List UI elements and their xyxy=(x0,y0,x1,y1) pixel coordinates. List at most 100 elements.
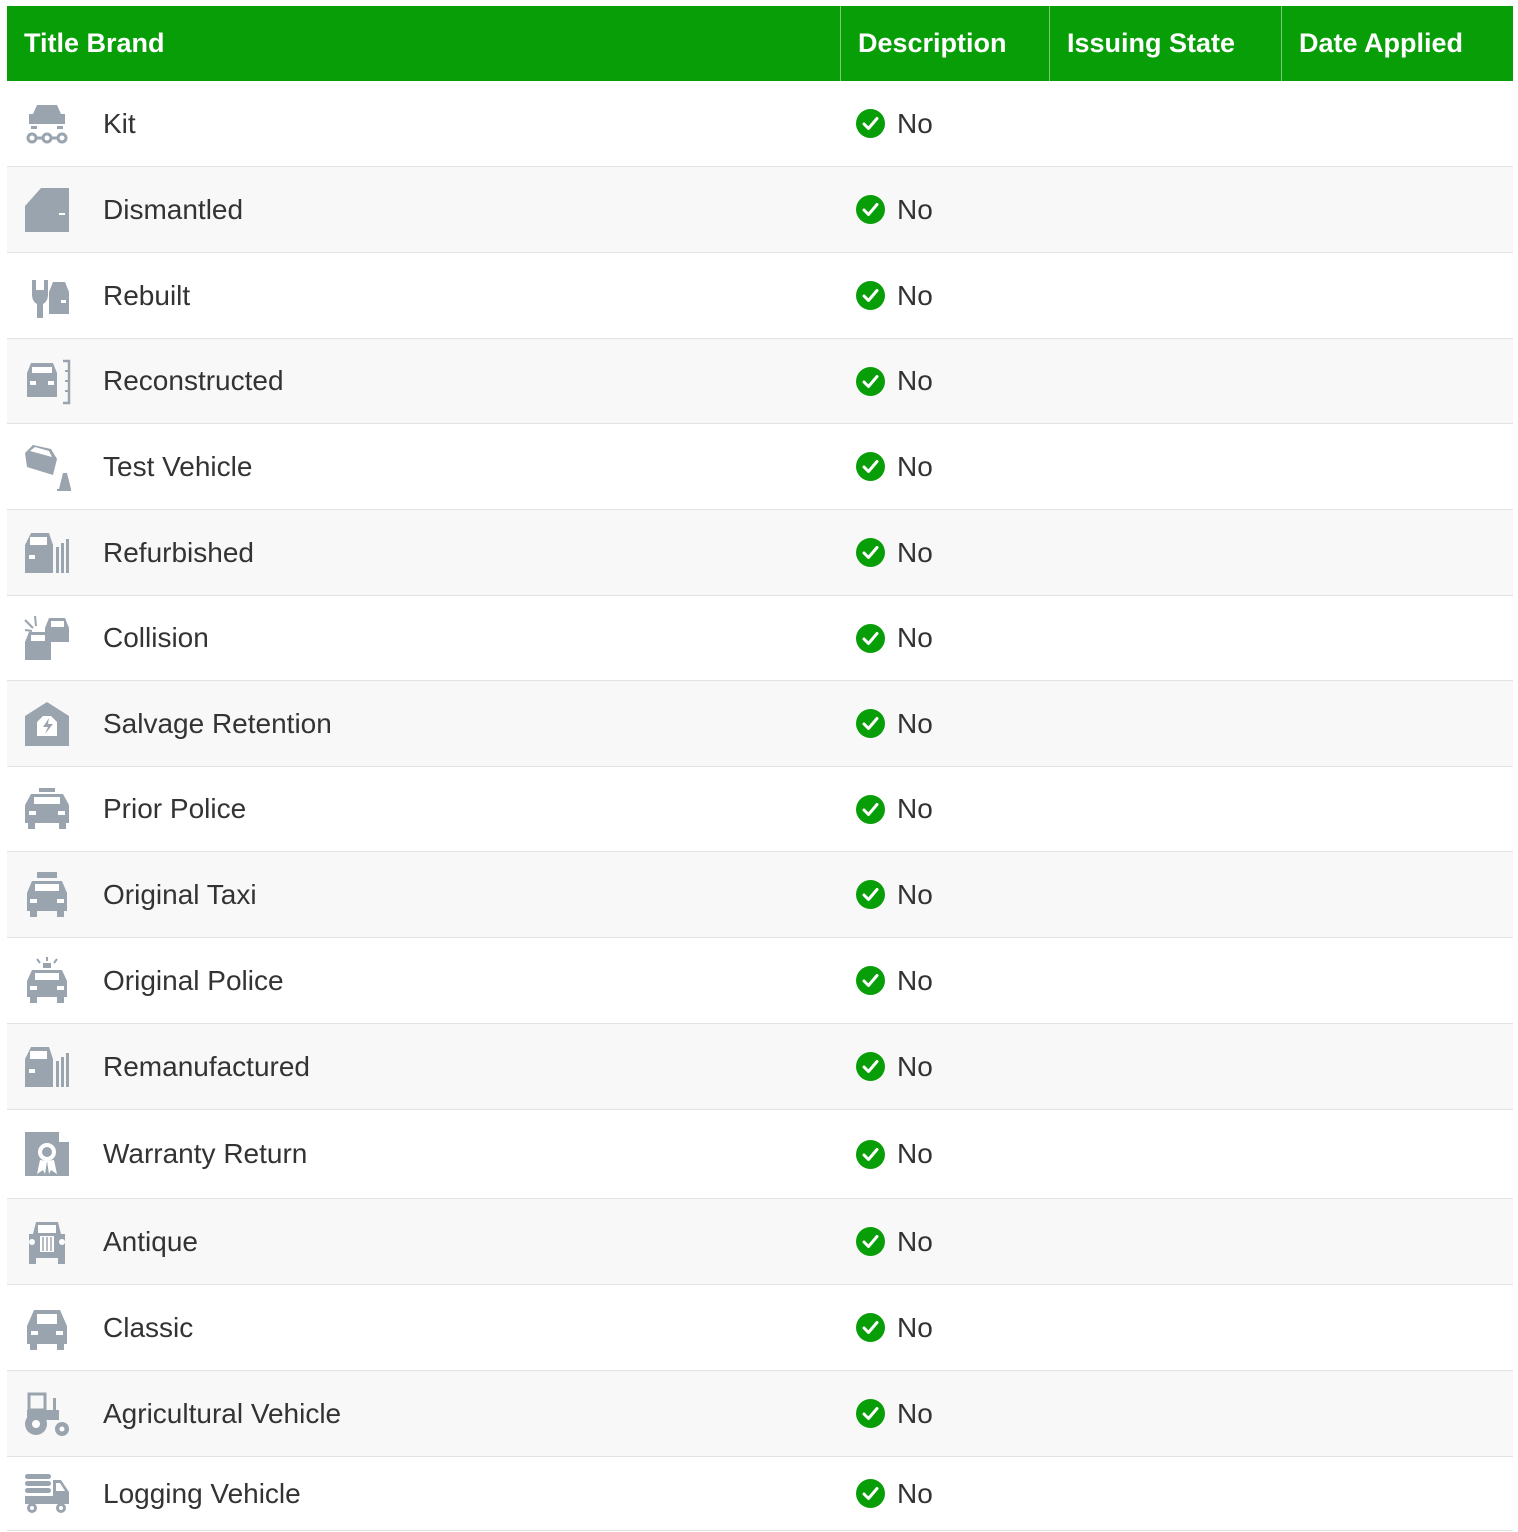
table-row: Classic No xyxy=(7,1285,1513,1371)
description-value: No xyxy=(897,1225,933,1257)
description-cell: No xyxy=(840,965,1049,997)
title-brand-cell: Dismantled xyxy=(7,167,840,252)
check-circle-icon xyxy=(856,109,885,138)
description-cell: No xyxy=(840,1312,1049,1344)
description-value: No xyxy=(897,793,933,824)
check-circle-icon xyxy=(856,538,885,567)
check-circle-icon xyxy=(856,880,885,909)
description-cell: No xyxy=(840,1226,1049,1258)
description-value: No xyxy=(897,279,933,311)
description-value: No xyxy=(897,193,933,225)
title-brand-cell: Original Taxi xyxy=(7,852,840,937)
car-chassis-icon xyxy=(23,100,71,148)
description-value: No xyxy=(897,878,933,910)
title-brand-cell: Salvage Retention xyxy=(7,681,840,766)
title-brand-cell: Warranty Return xyxy=(7,1110,840,1198)
description-value: No xyxy=(897,450,933,482)
crash-test-cone-icon xyxy=(23,443,71,491)
classic-car-icon xyxy=(23,1304,71,1352)
table-row: Remanufactured No xyxy=(7,1024,1513,1110)
title-brand-label: Prior Police xyxy=(103,793,247,824)
title-brand-cell: Original Police xyxy=(7,938,840,1023)
title-brand-cell: Rebuilt xyxy=(7,253,840,338)
description-cell: No xyxy=(840,1051,1049,1083)
header-title-brand: Title Brand xyxy=(24,28,165,58)
title-brand-label: Reconstructed xyxy=(103,365,284,396)
table-row: Rebuilt No xyxy=(7,253,1513,339)
description-value: No xyxy=(897,1050,933,1082)
description-value: No xyxy=(897,365,933,396)
check-circle-icon xyxy=(856,1313,885,1342)
check-circle-icon xyxy=(856,1227,885,1256)
check-circle-icon xyxy=(856,1399,885,1428)
title-brand-label: Original Taxi xyxy=(103,878,257,910)
description-cell: No xyxy=(840,280,1049,312)
description-cell: No xyxy=(840,1398,1049,1430)
table-row: Antique No xyxy=(7,1199,1513,1285)
header-date-applied: Date Applied xyxy=(1281,6,1513,81)
tractor-icon xyxy=(23,1390,71,1438)
check-circle-icon xyxy=(856,452,885,481)
description-value: No xyxy=(897,107,933,139)
title-brand-label: Kit xyxy=(103,107,136,139)
title-brand-label: Salvage Retention xyxy=(103,707,332,739)
table-row: Reconstructed No xyxy=(7,339,1513,424)
table-row: Test Vehicle No xyxy=(7,424,1513,510)
title-brand-label: Warranty Return xyxy=(103,1138,308,1169)
salvage-garage-icon xyxy=(23,700,71,748)
header-description: Description xyxy=(840,6,1049,81)
table-row: Original Police No xyxy=(7,938,1513,1024)
title-brand-label: Rebuilt xyxy=(103,279,191,311)
table-row: Salvage Retention No xyxy=(7,681,1513,767)
car-bars-icon xyxy=(23,1043,71,1091)
car-ruler-icon xyxy=(23,357,71,405)
table-row: Refurbished No xyxy=(7,510,1513,596)
description-value: No xyxy=(897,622,933,653)
title-brand-label: Antique xyxy=(103,1225,198,1257)
title-brand-cell: Kit xyxy=(7,81,840,166)
check-circle-icon xyxy=(856,1479,885,1508)
title-brand-label: Classic xyxy=(103,1311,194,1343)
check-circle-icon xyxy=(856,966,885,995)
check-circle-icon xyxy=(856,623,885,653)
description-cell: No xyxy=(840,1138,1049,1170)
title-brand-cell: Agricultural Vehicle xyxy=(7,1371,840,1456)
check-circle-icon xyxy=(856,366,885,396)
title-brand-cell: Classic xyxy=(7,1285,840,1370)
check-circle-icon xyxy=(856,794,885,824)
table-row: Dismantled No xyxy=(7,167,1513,253)
warranty-certificate-icon xyxy=(23,1130,71,1178)
description-cell: No xyxy=(840,879,1049,911)
description-cell: No xyxy=(840,194,1049,226)
car-door-icon xyxy=(23,186,71,234)
header-issuing-state: Issuing State xyxy=(1049,6,1281,81)
title-brand-label: Collision xyxy=(103,622,209,653)
car-bars-icon xyxy=(23,529,71,577)
description-value: No xyxy=(897,964,933,996)
title-brand-cell: Logging Vehicle xyxy=(7,1457,840,1530)
two-cars-collision-icon xyxy=(23,614,71,662)
title-brand-label: Test Vehicle xyxy=(103,450,253,482)
description-value: No xyxy=(897,1311,933,1343)
table-row: Collision No xyxy=(7,596,1513,681)
title-brand-label: Dismantled xyxy=(103,193,244,225)
table-row: Logging Vehicle No xyxy=(7,1457,1513,1531)
description-value: No xyxy=(897,1397,933,1429)
check-circle-icon xyxy=(856,709,885,738)
table-row: Warranty Return No xyxy=(7,1110,1513,1199)
title-brand-cell: Test Vehicle xyxy=(7,424,840,509)
description-value: No xyxy=(897,536,933,568)
title-brand-cell: Refurbished xyxy=(7,510,840,595)
title-brand-cell: Reconstructed xyxy=(7,339,840,423)
wrench-car-icon xyxy=(23,272,71,320)
description-cell: No xyxy=(840,365,1049,397)
description-value: No xyxy=(897,707,933,739)
title-brand-label: Logging Vehicle xyxy=(103,1477,301,1509)
police-car-icon xyxy=(23,785,71,833)
description-value: No xyxy=(897,1477,933,1509)
logging-truck-icon xyxy=(23,1470,71,1518)
antique-car-icon xyxy=(23,1218,71,1266)
check-circle-icon xyxy=(856,281,885,310)
check-circle-icon xyxy=(856,1052,885,1081)
title-brand-label: Original Police xyxy=(103,964,284,996)
